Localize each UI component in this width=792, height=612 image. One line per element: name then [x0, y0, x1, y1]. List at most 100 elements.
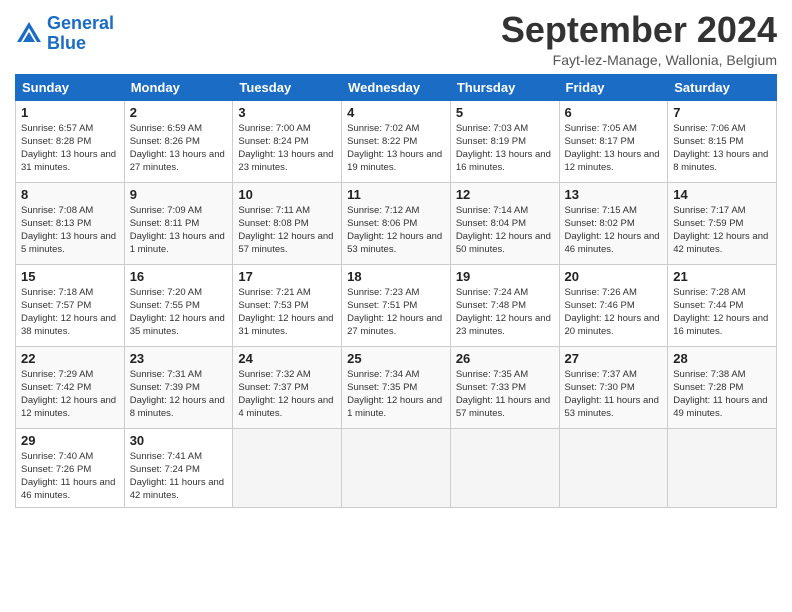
day-number: 15: [21, 269, 119, 284]
day-number: 19: [456, 269, 554, 284]
calendar-cell: 10Sunrise: 7:11 AMSunset: 8:08 PMDayligh…: [233, 182, 342, 264]
header-thursday: Thursday: [450, 74, 559, 100]
calendar-cell: 15Sunrise: 7:18 AMSunset: 7:57 PMDayligh…: [16, 264, 125, 346]
calendar-cell: 24Sunrise: 7:32 AMSunset: 7:37 PMDayligh…: [233, 346, 342, 428]
calendar-cell: 28Sunrise: 7:38 AMSunset: 7:28 PMDayligh…: [668, 346, 777, 428]
calendar-cell: [450, 428, 559, 507]
day-info: Sunrise: 7:34 AMSunset: 7:35 PMDaylight:…: [347, 368, 445, 421]
day-info: Sunrise: 7:17 AMSunset: 7:59 PMDaylight:…: [673, 204, 771, 257]
logo-text: General Blue: [47, 14, 114, 54]
calendar: SundayMondayTuesdayWednesdayThursdayFrid…: [15, 74, 777, 508]
calendar-cell: 4 Sunrise: 7:02 AMSunset: 8:22 PMDaylight…: [342, 100, 451, 182]
day-number: 5: [456, 105, 554, 120]
day-info: Sunrise: 7:05 AMSunset: 8:17 PMDaylight:…: [565, 122, 663, 175]
location: Fayt-lez-Manage, Wallonia, Belgium: [501, 52, 777, 68]
calendar-cell: 17Sunrise: 7:21 AMSunset: 7:53 PMDayligh…: [233, 264, 342, 346]
calendar-cell: 12 Sunrise: 7:14 AMSunset: 8:04 PMDayligh…: [450, 182, 559, 264]
calendar-cell: 3 Sunrise: 7:00 AMSunset: 8:24 PMDaylight…: [233, 100, 342, 182]
day-info: Sunrise: 6:59 AMSunset: 8:26 PMDaylight:…: [130, 122, 228, 175]
calendar-cell: 6Sunrise: 7:05 AMSunset: 8:17 PMDaylight…: [559, 100, 668, 182]
calendar-cell: 25 Sunrise: 7:34 AMSunset: 7:35 PMDayligh…: [342, 346, 451, 428]
day-number: 23: [130, 351, 228, 366]
calendar-cell: 21 Sunrise: 7:28 AMSunset: 7:44 PMDayligh…: [668, 264, 777, 346]
day-number: 2: [130, 105, 228, 120]
day-number: 16: [130, 269, 228, 284]
day-info: Sunrise: 7:03 AMSunset: 8:19 PMDaylight:…: [456, 122, 554, 175]
day-info: Sunrise: 7:08 AMSunset: 8:13 PMDaylight:…: [21, 204, 119, 257]
day-info: Sunrise: 7:35 AMSunset: 7:33 PMDaylight:…: [456, 368, 554, 421]
logo-line2: Blue: [47, 33, 86, 53]
month-title: September 2024: [501, 10, 777, 50]
calendar-cell: 16 Sunrise: 7:20 AMSunset: 7:55 PMDayligh…: [124, 264, 233, 346]
day-info: Sunrise: 7:28 AMSunset: 7:44 PMDaylight:…: [673, 286, 771, 339]
calendar-cell: 5 Sunrise: 7:03 AMSunset: 8:19 PMDaylight…: [450, 100, 559, 182]
header-wednesday: Wednesday: [342, 74, 451, 100]
calendar-cell: [559, 428, 668, 507]
header: General Blue September 2024 Fayt-lez-Man…: [15, 10, 777, 68]
day-number: 12: [456, 187, 554, 202]
day-number: 11: [347, 187, 445, 202]
day-info: Sunrise: 7:14 AMSunset: 8:04 PMDaylight:…: [456, 204, 554, 257]
header-sunday: Sunday: [16, 74, 125, 100]
day-number: 26: [456, 351, 554, 366]
day-info: Sunrise: 7:15 AMSunset: 8:02 PMDaylight:…: [565, 204, 663, 257]
calendar-header-row: SundayMondayTuesdayWednesdayThursdayFrid…: [16, 74, 777, 100]
day-info: Sunrise: 7:06 AMSunset: 8:15 PMDaylight:…: [673, 122, 771, 175]
page: General Blue September 2024 Fayt-lez-Man…: [0, 0, 792, 612]
day-info: Sunrise: 7:24 AMSunset: 7:48 PMDaylight:…: [456, 286, 554, 339]
calendar-week-row: 1 Sunrise: 6:57 AMSunset: 8:28 PMDaylight…: [16, 100, 777, 182]
day-number: 3: [238, 105, 336, 120]
day-number: 30: [130, 433, 228, 448]
header-saturday: Saturday: [668, 74, 777, 100]
calendar-cell: 13 Sunrise: 7:15 AMSunset: 8:02 PMDayligh…: [559, 182, 668, 264]
day-number: 1: [21, 105, 119, 120]
calendar-cell: 2 Sunrise: 6:59 AMSunset: 8:26 PMDaylight…: [124, 100, 233, 182]
day-number: 22: [21, 351, 119, 366]
calendar-cell: 26 Sunrise: 7:35 AMSunset: 7:33 PMDayligh…: [450, 346, 559, 428]
header-friday: Friday: [559, 74, 668, 100]
calendar-cell: 1 Sunrise: 6:57 AMSunset: 8:28 PMDaylight…: [16, 100, 125, 182]
day-info: Sunrise: 6:57 AMSunset: 8:28 PMDaylight:…: [21, 122, 119, 175]
day-info: Sunrise: 7:02 AMSunset: 8:22 PMDaylight:…: [347, 122, 445, 175]
day-info: Sunrise: 7:29 AMSunset: 7:42 PMDaylight:…: [21, 368, 119, 421]
calendar-cell: 14Sunrise: 7:17 AMSunset: 7:59 PMDayligh…: [668, 182, 777, 264]
day-info: Sunrise: 7:26 AMSunset: 7:46 PMDaylight:…: [565, 286, 663, 339]
day-number: 29: [21, 433, 119, 448]
day-number: 4: [347, 105, 445, 120]
day-number: 18: [347, 269, 445, 284]
calendar-cell: [342, 428, 451, 507]
day-number: 7: [673, 105, 771, 120]
day-number: 24: [238, 351, 336, 366]
logo-line1: General: [47, 13, 114, 33]
calendar-cell: 19 Sunrise: 7:24 AMSunset: 7:48 PMDayligh…: [450, 264, 559, 346]
day-number: 21: [673, 269, 771, 284]
day-info: Sunrise: 7:09 AMSunset: 8:11 PMDaylight:…: [130, 204, 228, 257]
calendar-cell: [233, 428, 342, 507]
day-info: Sunrise: 7:00 AMSunset: 8:24 PMDaylight:…: [238, 122, 336, 175]
day-number: 20: [565, 269, 663, 284]
calendar-week-row: 15Sunrise: 7:18 AMSunset: 7:57 PMDayligh…: [16, 264, 777, 346]
day-info: Sunrise: 7:20 AMSunset: 7:55 PMDaylight:…: [130, 286, 228, 339]
calendar-cell: 20 Sunrise: 7:26 AMSunset: 7:46 PMDayligh…: [559, 264, 668, 346]
logo-icon: [15, 20, 43, 48]
calendar-cell: 22 Sunrise: 7:29 AMSunset: 7:42 PMDayligh…: [16, 346, 125, 428]
calendar-cell: 8Sunrise: 7:08 AMSunset: 8:13 PMDaylight…: [16, 182, 125, 264]
calendar-cell: 23 Sunrise: 7:31 AMSunset: 7:39 PMDayligh…: [124, 346, 233, 428]
day-info: Sunrise: 7:21 AMSunset: 7:53 PMDaylight:…: [238, 286, 336, 339]
logo: General Blue: [15, 14, 114, 54]
calendar-week-row: 8Sunrise: 7:08 AMSunset: 8:13 PMDaylight…: [16, 182, 777, 264]
header-tuesday: Tuesday: [233, 74, 342, 100]
day-info: Sunrise: 7:40 AMSunset: 7:26 PMDaylight:…: [21, 450, 119, 503]
day-info: Sunrise: 7:38 AMSunset: 7:28 PMDaylight:…: [673, 368, 771, 421]
calendar-cell: 9Sunrise: 7:09 AMSunset: 8:11 PMDaylight…: [124, 182, 233, 264]
calendar-cell: 29 Sunrise: 7:40 AMSunset: 7:26 PMDayligh…: [16, 428, 125, 507]
calendar-cell: 30Sunrise: 7:41 AMSunset: 7:24 PMDayligh…: [124, 428, 233, 507]
day-number: 27: [565, 351, 663, 366]
calendar-week-row: 29 Sunrise: 7:40 AMSunset: 7:26 PMDayligh…: [16, 428, 777, 507]
calendar-cell: [668, 428, 777, 507]
day-number: 13: [565, 187, 663, 202]
day-number: 25: [347, 351, 445, 366]
day-info: Sunrise: 7:31 AMSunset: 7:39 PMDaylight:…: [130, 368, 228, 421]
day-info: Sunrise: 7:37 AMSunset: 7:30 PMDaylight:…: [565, 368, 663, 421]
title-section: September 2024 Fayt-lez-Manage, Wallonia…: [501, 10, 777, 68]
